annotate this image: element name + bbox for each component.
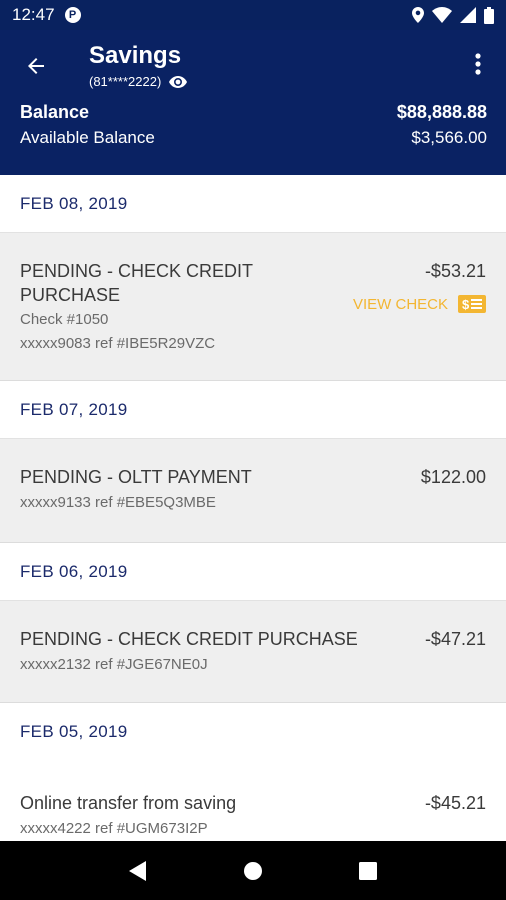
transaction-amount: -$45.21 xyxy=(424,793,486,813)
app-notification-icon: P xyxy=(64,7,81,23)
back-button[interactable] xyxy=(18,48,54,84)
arrow-left-icon xyxy=(28,58,44,74)
transaction-description: PENDING - CHECK CREDIT PURCHASE xyxy=(20,629,358,649)
transaction-description: PENDING - CHECK CREDIT PURCHASE xyxy=(20,259,253,307)
square-recents-icon xyxy=(359,861,378,880)
svg-text:$: $ xyxy=(462,297,470,312)
transaction-amount: -$47.21 xyxy=(424,629,486,649)
nav-back-button[interactable] xyxy=(118,851,158,891)
more-vert-icon xyxy=(475,53,481,75)
triangle-back-icon xyxy=(128,860,146,881)
status-bar: 12:47 P xyxy=(0,0,506,30)
transaction-description-line: PURCHASE xyxy=(20,285,121,305)
available-balance-row: Available Balance $3,566.00 xyxy=(20,128,487,148)
transaction-reference: xxxxx4222 ref #UGM673I2P xyxy=(20,820,208,837)
page-title: Savings xyxy=(89,42,182,69)
cell-signal-icon xyxy=(460,7,476,23)
transaction-reference: xxxxx9083 ref #IBE5R29VZC xyxy=(20,335,216,352)
status-time: 12:47 xyxy=(12,5,55,24)
wifi-icon xyxy=(432,7,452,23)
location-icon xyxy=(412,7,424,23)
transaction-description: PENDING - OLTT PAYMENT xyxy=(20,467,252,487)
app-notification-letter: P xyxy=(68,9,77,21)
account-header: Savings (81****2222) Balance $88,888.88 … xyxy=(0,30,506,175)
date-header: FEB 08, 2019 xyxy=(0,175,506,233)
transaction-row[interactable]: PENDING - CHECK CREDIT PURCHASE Check #1… xyxy=(0,233,506,381)
transaction-row[interactable]: PENDING - OLTT PAYMENT xxxxx9133 ref #EB… xyxy=(0,439,506,543)
account-number-row: (81****2222) xyxy=(89,74,188,89)
account-number: (81****2222) xyxy=(89,74,162,89)
available-balance-label: Available Balance xyxy=(20,128,155,147)
transaction-list[interactable]: FEB 08, 2019 PENDING - CHECK CREDIT PURC… xyxy=(0,175,506,841)
transaction-amount: $122.00 xyxy=(420,467,486,487)
view-check-button[interactable]: VIEW CHECK $ xyxy=(353,295,486,313)
date-header: FEB 07, 2019 xyxy=(0,381,506,439)
eye-icon[interactable] xyxy=(169,75,188,88)
balance-row: Balance $88,888.88 xyxy=(20,102,487,123)
nav-home-button[interactable] xyxy=(233,851,273,891)
circle-home-icon xyxy=(243,861,262,880)
battery-icon xyxy=(484,6,494,24)
date-header: FEB 05, 2019 xyxy=(0,703,506,761)
nav-recents-button[interactable] xyxy=(348,851,388,891)
check-number: Check #1050 xyxy=(20,311,109,328)
transaction-row[interactable]: PENDING - CHECK CREDIT PURCHASE xxxxx213… xyxy=(0,601,506,703)
transaction-row[interactable]: Online transfer from saving xxxxx4222 re… xyxy=(0,761,506,841)
system-navigation-bar xyxy=(0,841,506,900)
transaction-reference: xxxxx9133 ref #EBE5Q3MBE xyxy=(20,494,216,511)
date-header: FEB 06, 2019 xyxy=(0,543,506,601)
transaction-amount: -$53.21 xyxy=(424,261,486,281)
available-balance-value: $3,566.00 xyxy=(411,128,487,147)
transaction-description-line: PENDING - CHECK CREDIT xyxy=(20,261,254,281)
transaction-reference: xxxxx2132 ref #JGE67NE0J xyxy=(20,656,208,673)
check-document-icon: $ xyxy=(458,295,486,313)
transaction-description: Online transfer from saving xyxy=(20,793,237,813)
balance-label: Balance xyxy=(20,102,90,122)
balance-value: $88,888.88 xyxy=(396,102,487,122)
view-check-label: VIEW CHECK xyxy=(352,295,448,313)
more-options-button[interactable] xyxy=(466,48,490,80)
